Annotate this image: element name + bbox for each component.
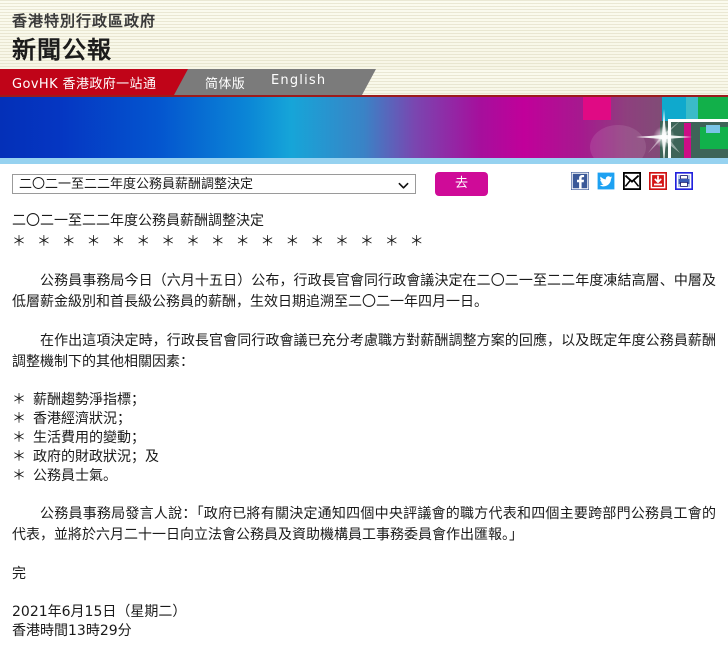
nav-link-english[interactable]: English [271, 73, 326, 88]
nav-link-govhk[interactable]: GovHK 香港政府一站通 [12, 73, 156, 92]
article-paragraph-3: 公務員事務局發言人說：「政府已將有關決定通知四個中央評議會的職方代表和四個主要跨… [12, 506, 716, 543]
go-button[interactable]: 去 [435, 172, 488, 196]
list-item: ＊ 生活費用的變動； [12, 429, 716, 448]
article-separator: ＊ ＊ ＊ ＊ ＊ ＊ ＊ ＊ ＊ ＊ ＊ ＊ ＊ ＊ ＊ ＊ ＊ [12, 234, 427, 250]
bullet-mark: ＊ [12, 392, 26, 408]
bullet-mark: ＊ [12, 468, 26, 484]
government-name: 香港特別行政區政府 [12, 12, 157, 30]
press-release-select[interactable]: 二〇二一至二二年度公務員薪酬調整決定 [12, 174, 416, 194]
factors-list: ＊薪酬趨勢淨指標； ＊香港經濟狀況； ＊生活費用的變動； ＊政府的財政狀況；及 … [12, 391, 716, 486]
page-title: 新聞公報 [12, 36, 112, 64]
banner-white-frame [668, 119, 728, 161]
article-paragraph-2: 在作出這項決定時，行政長官會同行政會議已充分考慮職方對薪酬調整方案的回應，以及既… [12, 333, 716, 370]
article-title: 二〇二一至二二年度公務員薪酬調整決定 [12, 213, 264, 229]
bullet-mark: ＊ [12, 411, 26, 427]
chevron-down-icon [398, 182, 409, 189]
top-navigation-bar: GovHK 香港政府一站通 简体版 English [0, 69, 728, 95]
list-item: ＊ 政府的財政狀況；及 [12, 448, 716, 467]
list-item-label: 生活費用的變動； [33, 430, 145, 446]
list-item-label: 薪酬趨勢淨指標； [33, 392, 145, 408]
page-header: 香港特別行政區政府 新聞公報 [0, 0, 728, 69]
list-item: ＊ 香港經濟狀況； [12, 410, 716, 429]
list-item: ＊ 公務員士氣。 [12, 467, 716, 486]
press-release-select-value: 二〇二一至二二年度公務員薪酬調整決定 [19, 177, 254, 192]
article-time: 香港時間13時29分 [12, 623, 132, 639]
bullet-mark: ＊ [12, 430, 26, 446]
list-item: ＊ 薪酬趨勢淨指標； [12, 391, 716, 410]
twitter-icon[interactable] [597, 172, 615, 190]
article-end-mark: 完 [12, 566, 26, 582]
decorative-banner [0, 95, 728, 164]
nav-link-simplified-chinese[interactable]: 简体版 [205, 73, 245, 92]
banner-magenta-square [583, 97, 611, 120]
email-icon[interactable] [623, 172, 641, 190]
share-icon-group [571, 172, 693, 190]
banner-cyan-accent [686, 97, 698, 121]
article-date: 2021年6月15日（星期二） [12, 604, 187, 620]
bullet-mark: ＊ [12, 449, 26, 465]
download-icon[interactable] [649, 172, 667, 190]
facebook-icon[interactable] [571, 172, 589, 190]
print-icon[interactable] [675, 172, 693, 190]
article-body: 二〇二一至二二年度公務員薪酬調整決定 ＊ ＊ ＊ ＊ ＊ ＊ ＊ ＊ ＊ ＊ ＊… [0, 211, 728, 641]
list-item-label: 香港經濟狀況； [33, 411, 131, 427]
list-item-label: 政府的財政狀況；及 [33, 449, 159, 465]
article-toolbar: 二〇二一至二二年度公務員薪酬調整決定 去 [0, 164, 728, 211]
list-item-label: 公務員士氣。 [33, 468, 117, 484]
article-paragraph-1: 公務員事務局今日（六月十五日）公布，行政長官會同行政會議決定在二〇二一至二二年度… [12, 273, 716, 310]
